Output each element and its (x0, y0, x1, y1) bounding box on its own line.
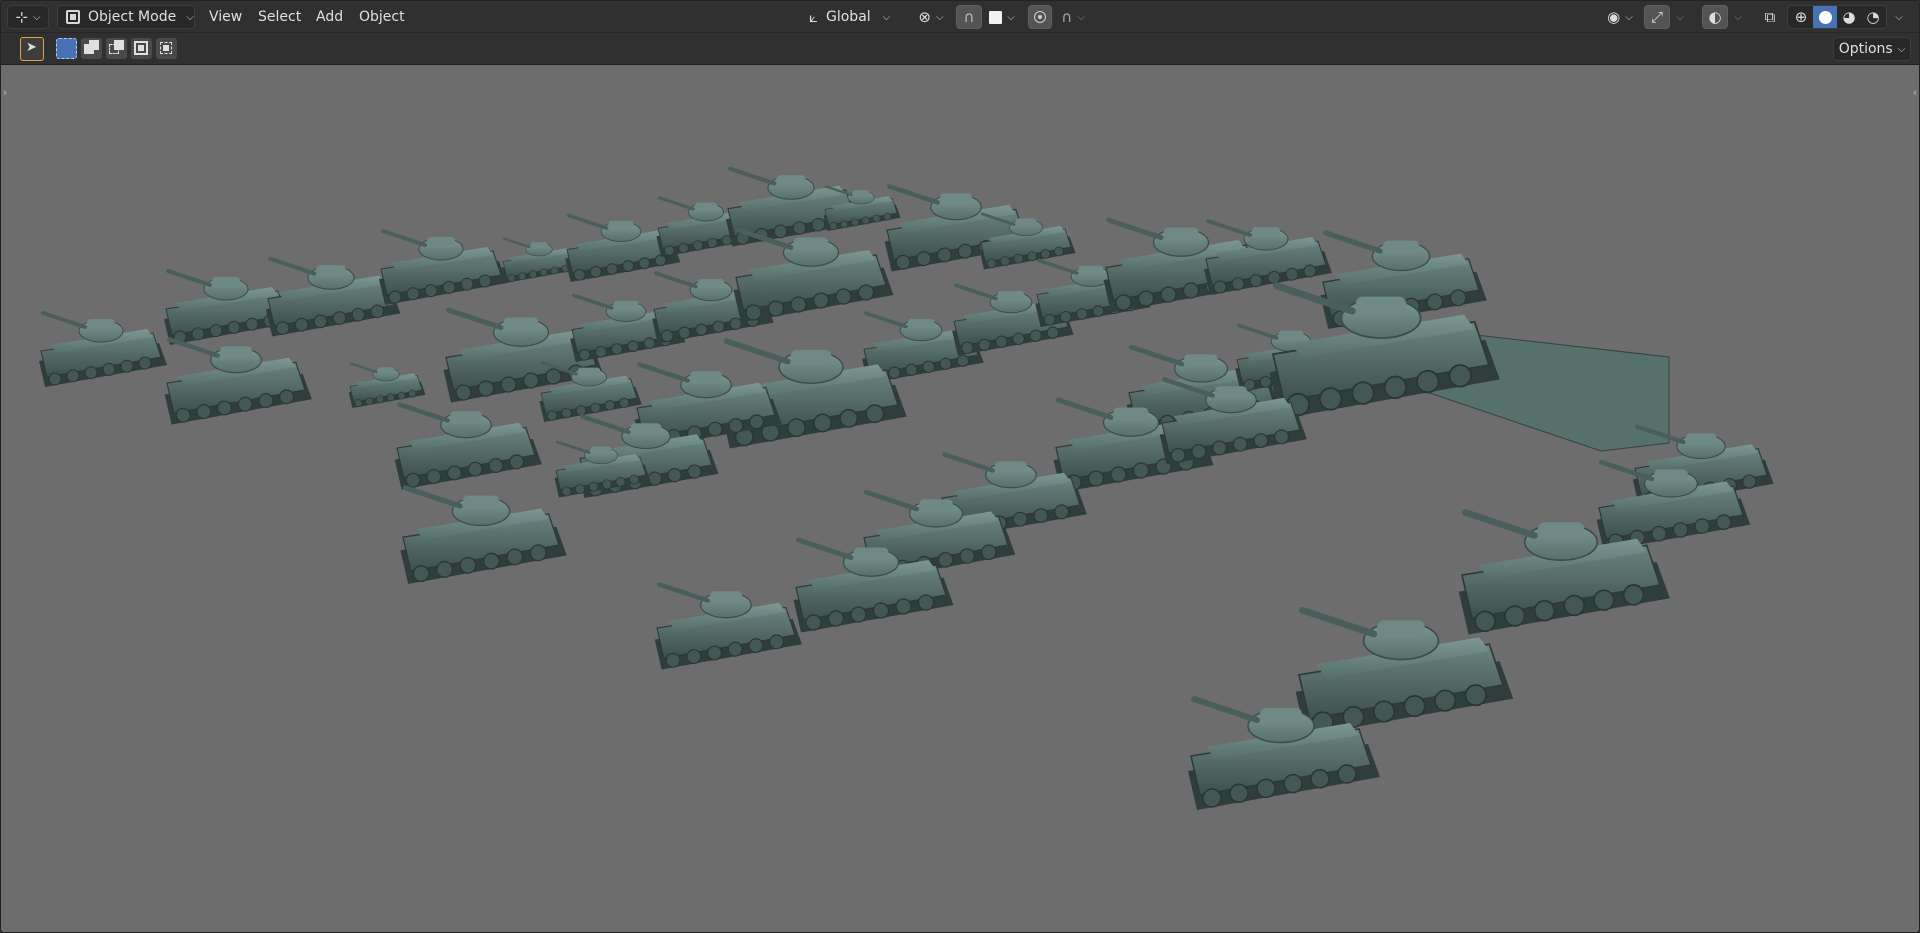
tank-model[interactable] (733, 227, 894, 323)
xray-icon: ⧉ (1764, 7, 1776, 26)
snap-toggle[interactable]: ∩ (956, 5, 982, 29)
gizmo-icon: ⤢ (1650, 7, 1663, 26)
tank-model[interactable] (379, 229, 507, 305)
tank-model[interactable] (348, 362, 426, 408)
solid-shading-button[interactable] (1813, 6, 1837, 28)
selection-mode-subtract[interactable] (106, 38, 127, 59)
solid-sphere-icon (1818, 10, 1832, 24)
chevron-down-icon: ⌵ (32, 11, 41, 23)
chevron-down-icon: ⌵ (1007, 11, 1015, 23)
active-tool-button[interactable]: ➤ (20, 37, 44, 61)
menu-select[interactable]: Select (252, 5, 307, 29)
selection-mode-extend[interactable] (81, 38, 102, 59)
eye-icon: ◉ (1607, 7, 1621, 26)
options-dropdown[interactable]: Options ⌵ (1833, 37, 1911, 61)
blender-window: ⊹ ⌵ Object Mode ⌵ View Select Add Object … (0, 0, 1920, 933)
tank-model[interactable] (265, 256, 401, 337)
gizmo-dropdown[interactable]: ⌵ (1672, 5, 1688, 29)
wireframe-shading-button[interactable]: ⊕ (1789, 6, 1813, 28)
mode-selector[interactable]: Object Mode ⌵ (57, 5, 195, 29)
object-mode-icon (66, 10, 80, 24)
orientation-label: Global (826, 9, 871, 25)
snap-target-dropdown[interactable]: ⌵ (984, 5, 1020, 29)
gizmo-toggle[interactable]: ⤢ (1644, 5, 1670, 29)
falloff-curve-icon: ∩ (1061, 7, 1073, 26)
rendered-sphere-icon: ◔ (1866, 7, 1880, 26)
overlay-toggle[interactable]: ◐ (1702, 5, 1728, 29)
transform-orientation-dropdown[interactable]: ⟀ Global ⌵ (805, 5, 905, 29)
chevron-down-icon: ⌵ (1734, 11, 1742, 23)
viewport-header: ⊹ ⌵ Object Mode ⌵ View Select Add Object … (1, 1, 1919, 33)
shading-dropdown[interactable]: ⌵ (1889, 5, 1909, 29)
proportional-edit-icon (1034, 11, 1046, 23)
mode-label: Object Mode (88, 9, 177, 25)
pivot-point-dropdown[interactable]: ⊗ ⌵ (913, 5, 949, 29)
material-preview-button[interactable]: ◕ (1837, 6, 1861, 28)
visibility-dropdown[interactable]: ◉ ⌵ (1601, 5, 1639, 29)
tank-model[interactable] (1204, 219, 1332, 295)
3d-viewport[interactable]: › ‹ (1, 65, 1919, 932)
chevron-down-icon: ⌵ (1897, 43, 1906, 55)
chevron-down-icon: ⌵ (882, 11, 891, 23)
selection-mode-set[interactable] (56, 38, 77, 59)
menu-object[interactable]: Object (353, 5, 411, 29)
chevron-down-icon: ⌵ (1676, 11, 1684, 23)
wireframe-sphere-icon: ⊕ (1794, 7, 1808, 26)
chevron-down-icon: ⌵ (1077, 11, 1085, 23)
transform-orientation-icon: ⟀ (809, 7, 818, 26)
xray-toggle[interactable]: ⧉ (1757, 5, 1783, 29)
tank-model[interactable] (394, 402, 542, 490)
chevron-down-icon: ⌵ (1625, 11, 1633, 23)
menu-add[interactable]: Add (310, 5, 349, 29)
tank-scene (39, 166, 1774, 810)
rendered-shading-button[interactable]: ◔ (1861, 6, 1885, 28)
snap-target-icon (989, 10, 1003, 24)
editor-type-button[interactable]: ⊹ ⌵ (7, 5, 49, 29)
chevron-down-icon: ⌵ (186, 11, 194, 23)
options-label: Options (1838, 41, 1893, 57)
selection-mode-intersect[interactable] (131, 38, 152, 59)
overlay-icon: ◐ (1708, 7, 1722, 26)
shading-mode-group: ⊕ ◕ ◔ (1787, 5, 1887, 29)
overlay-dropdown[interactable]: ⌵ (1730, 5, 1746, 29)
tank-model[interactable] (39, 311, 167, 387)
menu-view[interactable]: View (203, 5, 248, 29)
snap-magnet-icon: ∩ (963, 7, 975, 26)
tank-model[interactable] (164, 337, 312, 425)
select-box-icon: ➤ (26, 40, 37, 55)
chevron-down-icon: ⌵ (1895, 11, 1903, 23)
viewport-3d-icon: ⊹ (15, 7, 28, 26)
tool-settings-header: ➤ Options ⌵ (1, 33, 1919, 65)
proportional-edit-toggle[interactable] (1028, 5, 1052, 29)
tank-model[interactable] (654, 582, 802, 670)
pivot-point-icon: ⊗ (918, 7, 931, 26)
chevron-down-icon: ⌵ (935, 11, 944, 23)
tank-model[interactable] (400, 485, 567, 584)
falloff-dropdown[interactable]: ∩ ⌵ (1054, 5, 1092, 29)
selection-mode-difference[interactable] (156, 38, 177, 59)
material-sphere-icon: ◕ (1842, 7, 1856, 26)
